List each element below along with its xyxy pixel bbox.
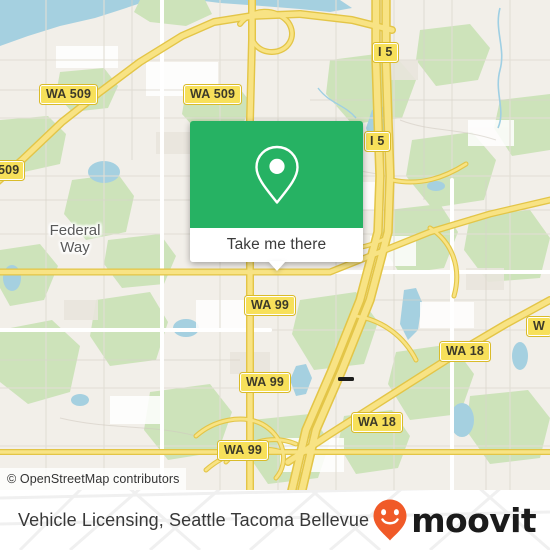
moovit-wordmark: moovit [411, 500, 536, 540]
moovit-smiley-pin-icon [373, 499, 407, 541]
osm-attribution[interactable]: © OpenStreetMap contributors [0, 468, 186, 490]
road-shield-wa-18-north: WA 18 [438, 341, 492, 362]
popup-cta-label: Take me there [226, 236, 327, 253]
road-shield-509-edge: 509 [0, 160, 26, 181]
road-shield-wa-edge-right: W [526, 316, 550, 337]
road-shield-wa-509-east: WA 509 [182, 84, 243, 105]
road-shield-wa-99-mid: WA 99 [238, 372, 292, 393]
popup-cta-panel[interactable]: Take me there [190, 228, 363, 262]
bottom-info-bar: Vehicle Licensing, Seattle Tacoma Bellev… [0, 490, 550, 550]
map-pin-icon [254, 145, 299, 204]
map-canvas[interactable]: Federal Way WA 509 WA 509 509 I 5 I 5 WA… [0, 0, 550, 490]
place-label-federal-way: Federal Way [49, 222, 101, 256]
road-shield-wa-509-west: WA 509 [38, 84, 99, 105]
road-shield-i5-north: I 5 [372, 42, 399, 63]
location-title: Vehicle Licensing, Seattle Tacoma Bellev… [18, 509, 370, 530]
road-shield-wa-99-north: WA 99 [243, 295, 297, 316]
road-shield-i5-south: I 5 [364, 131, 391, 152]
road-shield-wa-18-south: WA 18 [350, 412, 404, 433]
popup-pointer-tail [267, 261, 286, 271]
road-shield-wa-99-south: WA 99 [216, 440, 270, 461]
moovit-logo: moovit [371, 490, 537, 550]
destination-popup-card[interactable]: Take me there [190, 121, 363, 271]
popup-icon-panel [190, 121, 363, 228]
